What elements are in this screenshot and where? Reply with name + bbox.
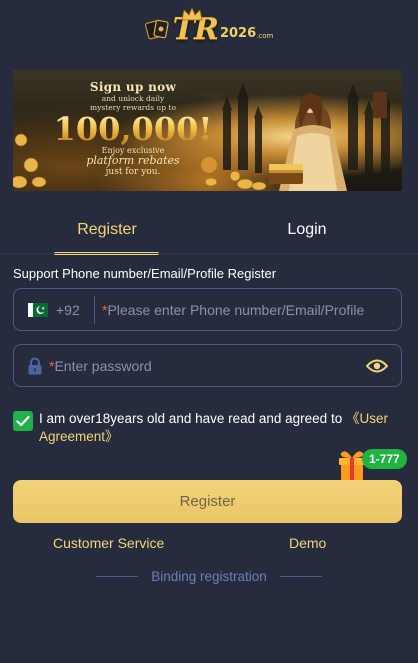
logo-year: 2026 [219, 25, 257, 41]
banner-headline: Sign up now [89, 80, 177, 94]
tabs-divider [0, 253, 418, 254]
crown-icon [181, 7, 203, 21]
gift-badge[interactable]: 1-777 [362, 449, 407, 469]
phone-input-wrap[interactable]: *Please enter Phone number/Email/Profile [102, 301, 401, 318]
promo-banner[interactable]: Sign up now and unlock daily mystery rew… [13, 70, 402, 191]
auth-tabs: Register Login [0, 206, 418, 255]
logo-domain: .com [256, 32, 274, 40]
register-page: TR 2026 .com Sign up now and unlock dail… [0, 0, 418, 663]
phone-field[interactable]: +92 *Please enter Phone number/Email/Pro… [13, 288, 402, 331]
divider-line-right [279, 575, 322, 577]
divider-line-left [96, 575, 139, 577]
lock-icon [28, 357, 42, 374]
phone-email-input[interactable] [102, 301, 401, 318]
password-input[interactable] [43, 357, 366, 374]
binding-registration: Binding registration [0, 567, 418, 585]
country-code[interactable]: +92 [56, 302, 94, 318]
banner-copy: Sign up now and unlock daily mystery rew… [53, 80, 213, 177]
header-logo: TR 2026 .com [0, 0, 418, 58]
banner-amount: 100,000! [53, 110, 213, 148]
register-method-label: Support Phone number/Email/Profile Regis… [13, 266, 277, 281]
demo-link[interactable]: Demo [289, 535, 326, 551]
playing-cards-icon [144, 19, 169, 40]
tab-register[interactable]: Register [27, 206, 187, 254]
agreement-row: I am over18years old and have read and a… [13, 410, 402, 446]
customer-service-link[interactable]: Customer Service [53, 535, 164, 551]
field-separator [94, 295, 95, 324]
register-button[interactable]: Register [13, 480, 402, 523]
banner-subline-4: platform rebates [86, 154, 180, 167]
agreement-statement: I am over18years old and have read and a… [39, 411, 346, 426]
checkmark-icon [16, 415, 30, 427]
password-field[interactable]: *Enter password [13, 344, 402, 387]
tab-login[interactable]: Login [227, 206, 387, 254]
brand-logo: TR 2026 .com [144, 7, 274, 49]
eye-icon[interactable] [366, 358, 388, 374]
agreement-text: I am over18years old and have read and a… [39, 410, 402, 446]
binding-registration-link[interactable]: Binding registration [151, 569, 267, 584]
agreement-checkbox[interactable] [13, 411, 33, 431]
banner-subline-1: and unlock daily [101, 94, 165, 103]
banner-subline-5: just for you. [105, 167, 161, 177]
password-input-wrap[interactable]: *Enter password [43, 357, 366, 374]
pakistan-flag-icon[interactable] [28, 302, 48, 317]
